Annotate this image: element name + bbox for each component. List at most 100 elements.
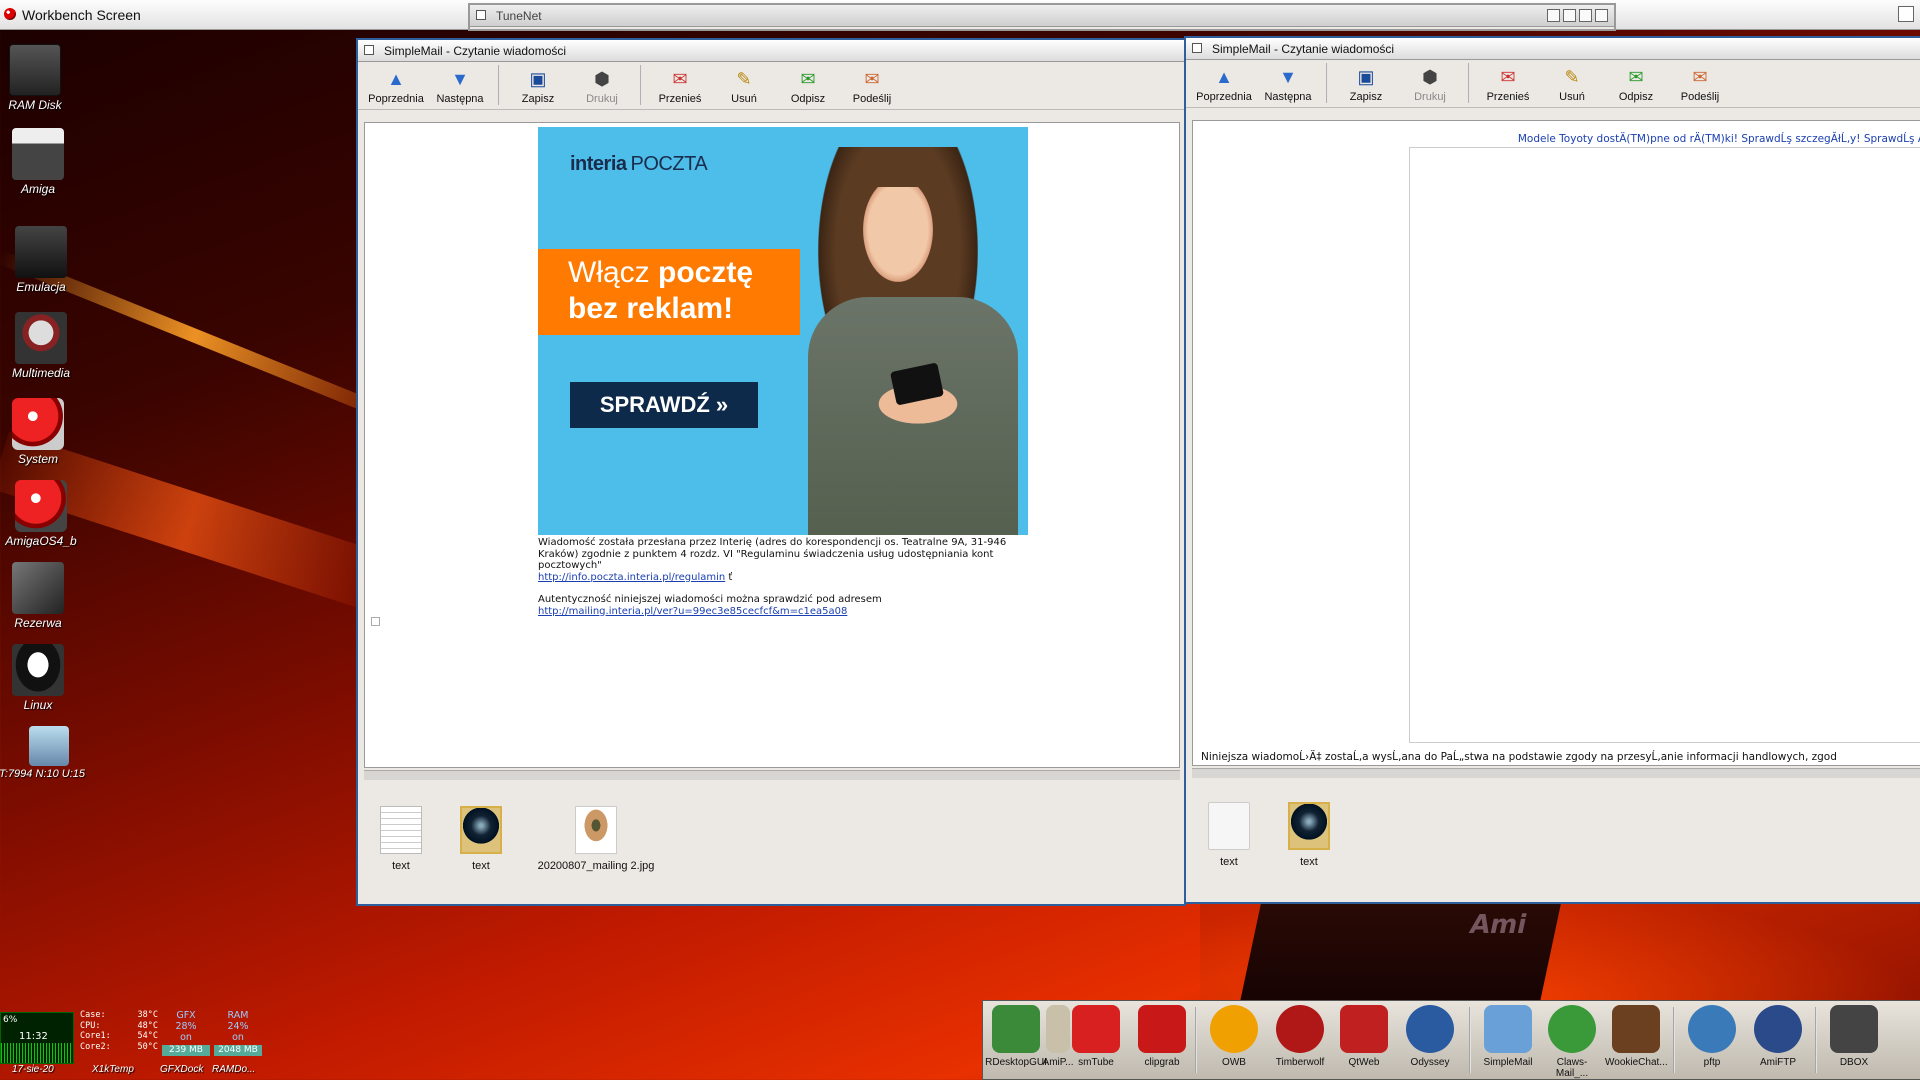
- ad-cta-button[interactable]: SPRAWDŹ »: [570, 382, 758, 428]
- attachment-html[interactable]: text: [446, 806, 516, 872]
- next-button[interactable]: ▼ Następna: [428, 65, 492, 105]
- screen-depth-gadget[interactable]: [1898, 6, 1914, 22]
- youtube-download-icon: [1138, 1005, 1186, 1053]
- arrow-down-icon: ▼: [1279, 67, 1297, 87]
- timberwolf-icon: [1276, 1005, 1324, 1053]
- window-title-bar[interactable]: SimpleMail - Czytanie wiadomości: [1186, 38, 1920, 60]
- desktop-icon-label: Emulacja: [16, 280, 66, 294]
- window-title: TuneNet: [496, 9, 542, 23]
- attachment-text[interactable]: text: [366, 806, 436, 872]
- zoom-gadget[interactable]: [1563, 9, 1576, 22]
- desktop-icon-label: RAM Disk: [8, 98, 62, 112]
- move-button[interactable]: ✉ Przenieś: [648, 65, 712, 105]
- dock-item-amiftp[interactable]: AmiFTP: [1747, 1005, 1809, 1068]
- prev-button[interactable]: ▲ Poprzednia: [1192, 63, 1256, 103]
- reply-icon: ✉: [800, 69, 816, 89]
- dock-item-dbox[interactable]: DBOX: [1823, 1005, 1885, 1068]
- save-button[interactable]: ▣ Zapisz: [506, 65, 570, 105]
- simplemail-read-window-right[interactable]: SimpleMail - Czytanie wiadomości ▲ Poprze…: [1184, 36, 1920, 904]
- depth-gadget[interactable]: [1595, 9, 1608, 22]
- dock-item-clipgrab[interactable]: clipgrab: [1131, 1005, 1193, 1068]
- attachment-jpeg[interactable]: 20200807_mailing 2.jpg: [526, 806, 666, 872]
- next-button[interactable]: ▼ Następna: [1256, 63, 1320, 103]
- desktop-icon-mail-tray[interactable]: T:7994 N:10 U:15: [0, 726, 94, 780]
- iconify-gadget[interactable]: [1547, 9, 1560, 22]
- reply-button[interactable]: ✉ Odpisz: [1604, 63, 1668, 103]
- desktop-icon-emulacja[interactable]: Emulacja: [0, 226, 86, 294]
- regulamin-link[interactable]: http://info.poczta.interia.pl/regulamin: [538, 572, 725, 583]
- desktop-icon-label: Rezerwa: [14, 616, 62, 630]
- reply-icon: ✉: [1628, 67, 1644, 87]
- date-label: 17-sie-20: [12, 1064, 54, 1075]
- temp-dock-label[interactable]: X1kTemp: [92, 1064, 134, 1075]
- ad-header-link[interactable]: Modele Toyoty dostÄ(TM)pne od rÄ(TM)ki! …: [1518, 133, 1920, 145]
- gfx-dock-label[interactable]: GFXDock: [160, 1064, 203, 1075]
- dock-item-odyssey[interactable]: Odyssey: [1399, 1005, 1461, 1068]
- ram-dock-label[interactable]: RAMDo...: [212, 1064, 255, 1075]
- forward-button[interactable]: ✉ Podeślij: [1668, 63, 1732, 103]
- simplemail-read-window-left[interactable]: SimpleMail - Czytanie wiadomości ▲ Poprze…: [356, 38, 1186, 906]
- desktop-icon-multimedia[interactable]: Multimedia: [0, 312, 86, 380]
- html-file-icon: [1288, 802, 1330, 850]
- dropbox-icon: [1830, 1005, 1878, 1053]
- window-title-bar[interactable]: SimpleMail - Czytanie wiadomości: [358, 40, 1184, 62]
- desktop-icon-amiga[interactable]: Amiga: [0, 128, 83, 196]
- forward-button[interactable]: ✉ Podeślij: [840, 65, 904, 105]
- desktop-icon-system[interactable]: System: [0, 398, 83, 466]
- amiga-drawer-icon: [12, 128, 64, 180]
- dock-item-owb[interactable]: OWB: [1203, 1005, 1265, 1068]
- mail-html-view[interactable]: interia POCZTA Włącz pocztę bez reklam! S…: [364, 122, 1180, 768]
- print-button[interactable]: ⬢ Drukuj: [1398, 63, 1462, 103]
- attachment-text[interactable]: text: [1194, 802, 1264, 868]
- reply-button[interactable]: ✉ Odpisz: [776, 65, 840, 105]
- printer-icon: ⬢: [1422, 67, 1438, 87]
- mail-html-view[interactable]: Modele Toyoty dostÄ(TM)pne od rÄ(TM)ki! …: [1192, 120, 1920, 766]
- desktop-icon-ram-disk[interactable]: RAM Disk: [0, 44, 80, 112]
- dock-item-claws-mail[interactable]: Claws-Mail_...: [1541, 1005, 1603, 1079]
- tux-drawer-icon: [12, 644, 64, 696]
- horizontal-scrollbar[interactable]: [364, 770, 1180, 780]
- owb-browser-icon: [1210, 1005, 1258, 1053]
- wallpaper-amiga-box: Ami: [1238, 900, 1562, 1010]
- claws-mail-icon: [1548, 1005, 1596, 1053]
- jpeg-file-icon: [575, 806, 617, 854]
- cpu-graph: 6% 11:32: [0, 1012, 74, 1064]
- tunenet-title-bar[interactable]: TuneNet: [470, 5, 1614, 27]
- dock-item-timberwolf[interactable]: Timberwolf: [1269, 1005, 1331, 1068]
- dock-item-smtube[interactable]: smTube: [1065, 1005, 1127, 1068]
- desktop-icon-amigaos4[interactable]: AmigaOS4_b: [0, 480, 86, 548]
- mail-tray-icon: [29, 726, 69, 766]
- move-button[interactable]: ✉ Przenieś: [1476, 63, 1540, 103]
- dock-item-wookiechat[interactable]: WookieChat...: [1605, 1005, 1668, 1068]
- wookiechat-icon: [1612, 1005, 1660, 1053]
- prev-button[interactable]: ▲ Poprzednia: [364, 65, 428, 105]
- verify-link[interactable]: http://mailing.interia.pl/ver?u=99ec3e85…: [538, 606, 847, 617]
- attachment-html[interactable]: text: [1274, 802, 1344, 868]
- text-file-icon: [380, 806, 422, 854]
- dock-item-pftp[interactable]: pftp: [1681, 1005, 1743, 1068]
- ram-gauge: RAM 24% on 2048 MB: [214, 1010, 262, 1056]
- print-button[interactable]: ⬢ Drukuj: [570, 65, 634, 105]
- cpu-percent: 6%: [3, 1015, 18, 1025]
- close-gadget[interactable]: [476, 10, 486, 20]
- tunenet-window[interactable]: TuneNet: [468, 3, 1616, 31]
- size-gadget[interactable]: [1579, 9, 1592, 22]
- html-file-icon: [460, 806, 502, 854]
- delete-button[interactable]: ✎ Usuń: [712, 65, 776, 105]
- dock-item-simplemail[interactable]: SimpleMail: [1477, 1005, 1539, 1068]
- desktop-icon-linux[interactable]: Linux: [0, 644, 83, 712]
- desktop-icon-rezerwa[interactable]: Rezerwa: [0, 562, 83, 630]
- ad-banner-image[interactable]: interia POCZTA Włącz pocztę bez reklam! S…: [538, 127, 1028, 535]
- attachments-bar: text text 20200807_mailing 2.jpg: [366, 806, 666, 872]
- attachments-bar: text text: [1194, 802, 1344, 868]
- mail-toolbar: ▲ Poprzednia ▼ Następna ▣ Zapisz ⬢ Drukuj ✉ P…: [358, 62, 1184, 110]
- save-button[interactable]: ▣ Zapisz: [1334, 63, 1398, 103]
- boing-ball-drive-icon: [12, 398, 64, 450]
- horizontal-scrollbar[interactable]: [1192, 768, 1920, 778]
- delete-button[interactable]: ✎ Usuń: [1540, 63, 1604, 103]
- odyssey-globe-icon: [1406, 1005, 1454, 1053]
- dock-item-qtweb[interactable]: QtWeb: [1333, 1005, 1395, 1068]
- close-gadget[interactable]: [364, 45, 374, 55]
- close-gadget[interactable]: [1192, 43, 1202, 53]
- text-file-icon: [1208, 802, 1250, 850]
